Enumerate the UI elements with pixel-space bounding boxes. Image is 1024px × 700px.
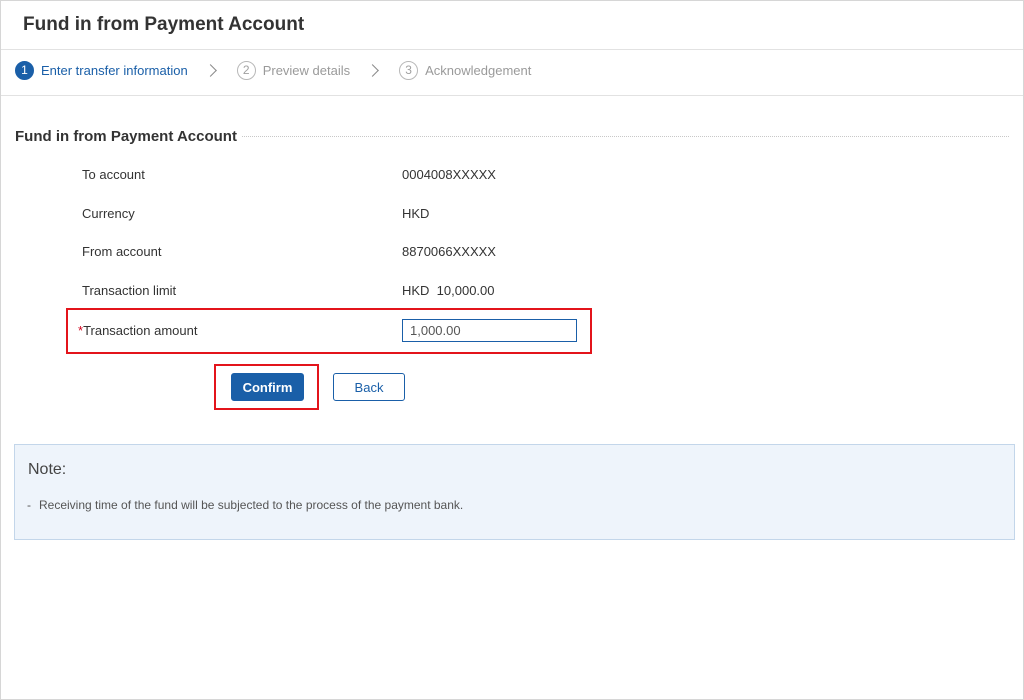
progress-steps: 1 Enter transfer information 2 Preview d…	[15, 59, 531, 81]
from-account-value: 8870066XXXXX	[402, 244, 496, 259]
header-divider	[1, 49, 1023, 50]
note-title: Note:	[28, 461, 67, 478]
step-enter-transfer-information: 1 Enter transfer information	[15, 60, 188, 80]
section-title: Fund in from Payment Account	[15, 128, 241, 145]
chevron-right-icon	[366, 63, 379, 77]
transaction-amount-input[interactable]	[402, 319, 577, 342]
transaction-limit-value: HKD 10,000.00	[402, 283, 495, 298]
note-bullet: -	[27, 498, 31, 512]
confirm-button[interactable]: Confirm	[231, 373, 304, 401]
step-2-label: Preview details	[262, 62, 351, 78]
from-account-label: From account	[82, 244, 162, 259]
step-preview-details: 2 Preview details	[236, 60, 351, 80]
section-divider	[237, 136, 1009, 137]
to-account-label: To account	[82, 167, 145, 182]
transaction-amount-label: *Transaction amount	[78, 323, 197, 338]
step-3-number: 3	[399, 60, 419, 80]
step-3-label: Acknowledgement	[425, 62, 532, 78]
note-panel: Note: - Receiving time of the fund will b…	[14, 444, 1015, 540]
to-account-value: 0004008XXXXX	[402, 167, 496, 182]
page-title: Fund in from Payment Account	[23, 14, 305, 35]
back-button[interactable]: Back	[333, 373, 405, 401]
step-acknowledgement: 3 Acknowledgement	[399, 60, 532, 80]
page-frame: Fund in from Payment Account 1 Enter tra…	[0, 0, 1024, 700]
chevron-right-icon	[203, 63, 217, 77]
transaction-amount-label-text: Transaction amount	[83, 323, 198, 338]
note-item: - Receiving time of the fund will be subj…	[27, 498, 463, 512]
step-1-label: Enter transfer information	[41, 62, 188, 78]
steps-divider	[1, 95, 1023, 96]
currency-value: HKD	[402, 206, 430, 221]
transaction-limit-label: Transaction limit	[82, 283, 177, 298]
step-1-number: 1	[15, 60, 34, 80]
currency-label: Currency	[82, 206, 135, 221]
note-text: Receiving time of the fund will be subje…	[39, 498, 464, 512]
step-2-number: 2	[236, 60, 256, 80]
